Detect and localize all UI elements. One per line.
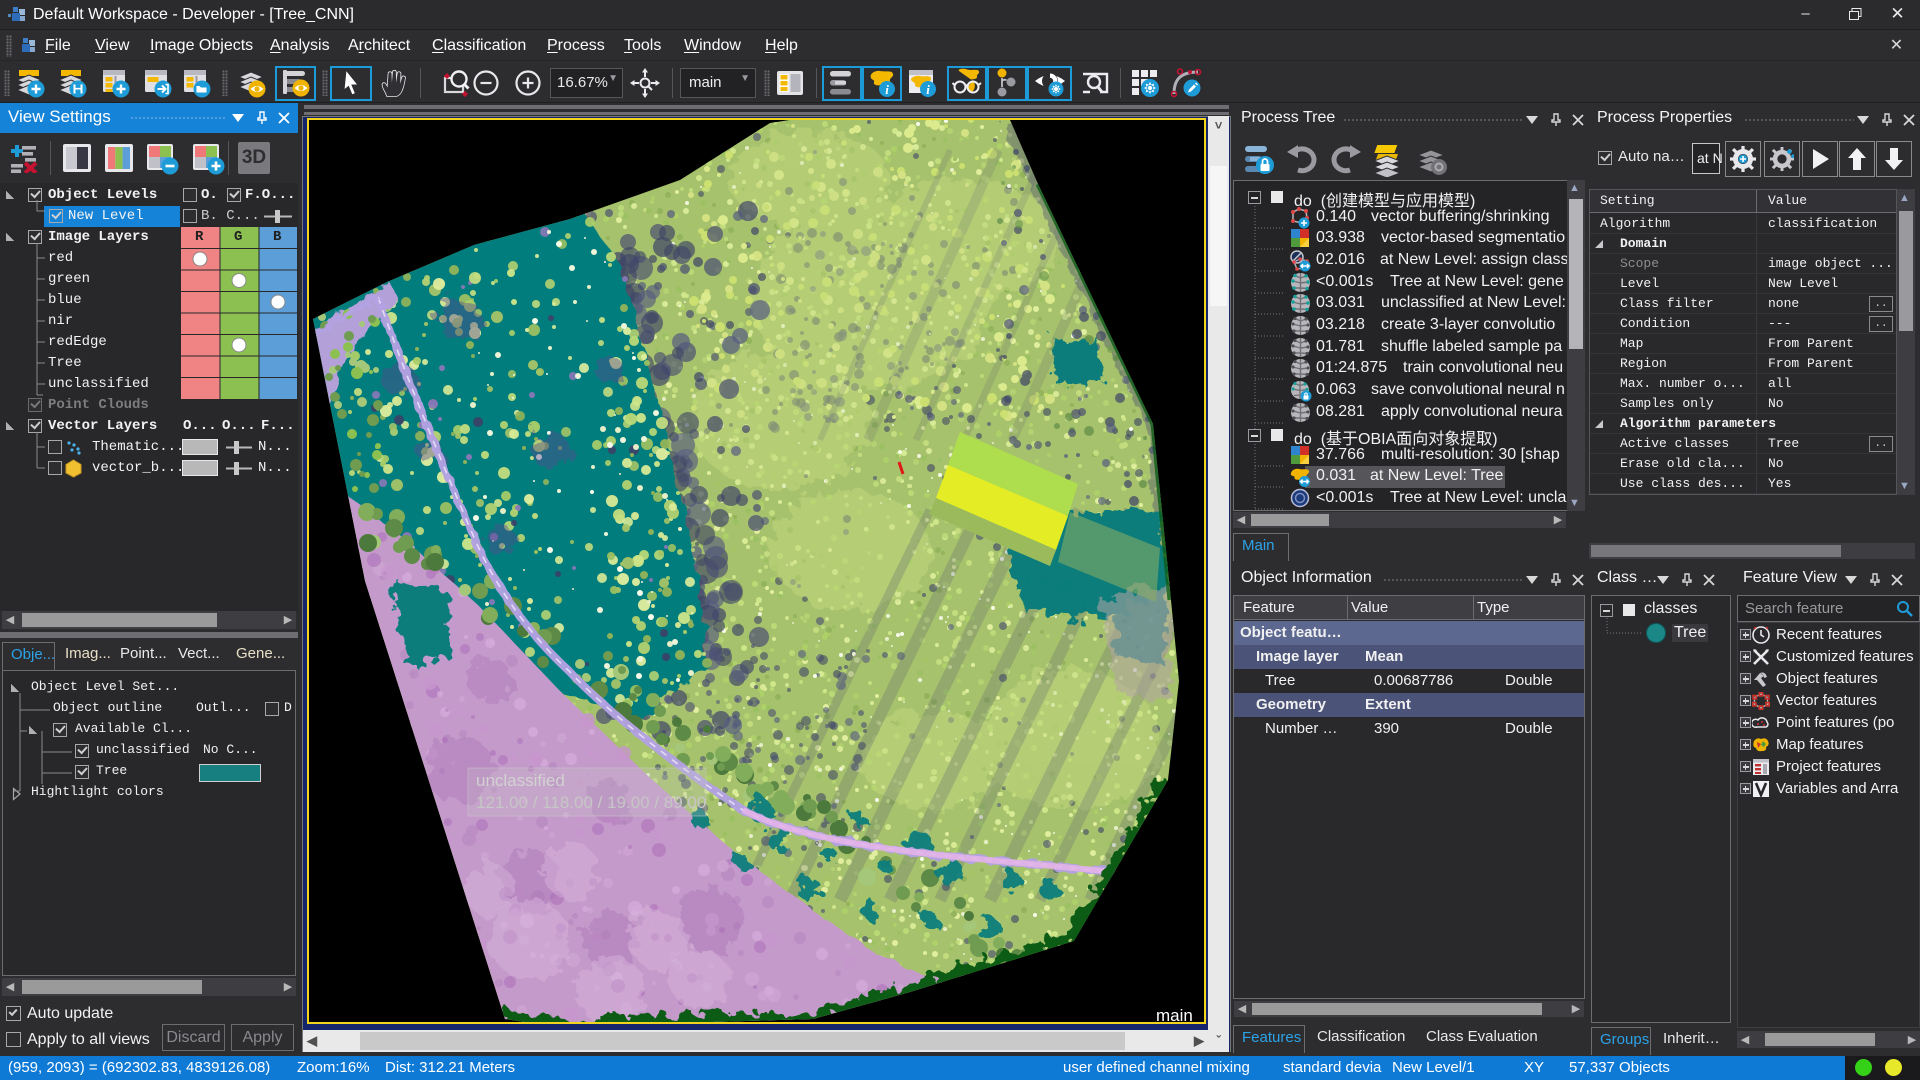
svg-text:i: i xyxy=(926,82,930,97)
svg-text:i: i xyxy=(885,82,889,97)
